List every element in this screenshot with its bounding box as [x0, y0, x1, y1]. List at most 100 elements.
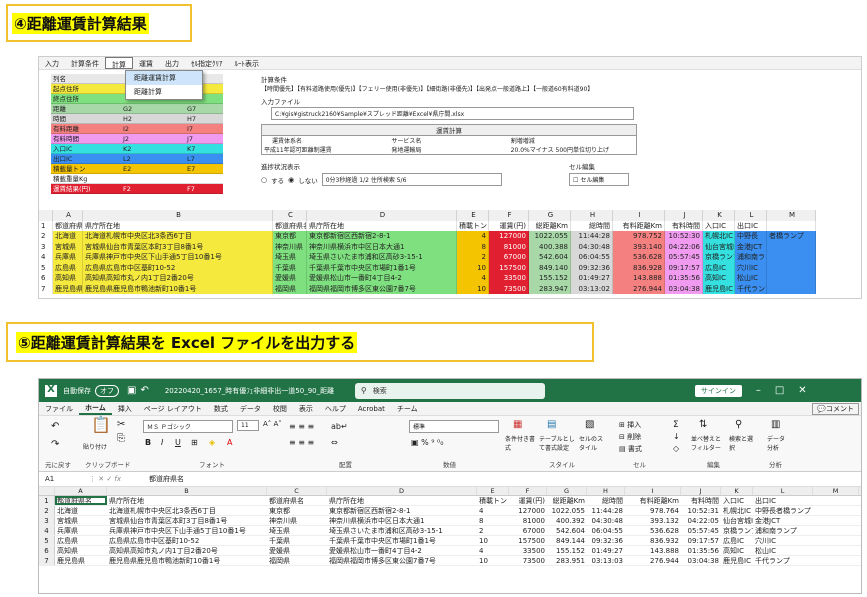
cell[interactable]: 鹿児島県	[53, 283, 83, 294]
cell[interactable]: 鹿児島県鹿児島市鴨池新町10番1号	[83, 283, 273, 294]
cell[interactable]	[813, 526, 859, 535]
cell[interactable]: 1022.055	[529, 231, 571, 242]
cell[interactable]: 高知県	[55, 546, 107, 555]
cell[interactable]: 283.951	[547, 556, 587, 565]
cell[interactable]: B	[83, 210, 273, 221]
legend-row[interactable]: 積載量トン E2 E7	[51, 164, 223, 174]
cell[interactable]: 千葉県	[267, 536, 327, 545]
cell[interactable]: 03:13:03	[587, 556, 625, 565]
cell[interactable]: 33500	[489, 273, 529, 284]
cell[interactable]: 高知IC	[703, 273, 735, 284]
cell[interactable]: 155.152	[529, 273, 571, 284]
cell[interactable]: 福岡県	[267, 556, 327, 565]
cell[interactable]: 4	[457, 231, 489, 242]
cell[interactable]: 06:04:55	[571, 252, 613, 263]
legend-row[interactable]: 有料距離 I2 I7	[51, 124, 223, 134]
paste-icon[interactable]: 📋	[91, 417, 111, 433]
cell[interactable]: 836.932	[625, 536, 681, 545]
cell[interactable]: 松山IC	[735, 273, 767, 284]
cell[interactable]: 67000	[509, 526, 547, 535]
cell[interactable]: 神奈川県横浜市中区日本大通1	[327, 516, 477, 525]
font-grow-icon[interactable]: A˄ A˅	[263, 420, 282, 428]
cell[interactable]: 143.888	[613, 273, 665, 284]
cell[interactable]: 05:57:45	[665, 252, 703, 263]
cell[interactable]: D	[307, 210, 457, 221]
cell[interactable]: 神奈川県横浜市中区日本大通1	[307, 241, 457, 252]
cell[interactable]: 積載トン	[477, 496, 509, 505]
data-analysis-icon[interactable]: ▥	[771, 420, 780, 430]
cell[interactable]: 県庁所在地	[107, 496, 267, 505]
cell[interactable]: C	[273, 210, 307, 221]
fx-icon[interactable]: ⋮ ✕ ✓ fx	[89, 475, 149, 483]
cell[interactable]: 福岡県	[273, 283, 307, 294]
cell[interactable]: 都道府県名	[273, 220, 307, 231]
cell[interactable]: 01:35:56	[681, 546, 721, 555]
cell[interactable]: I	[613, 210, 665, 221]
cell[interactable]: 10	[457, 262, 489, 273]
cell[interactable]: 神奈川県	[267, 516, 327, 525]
cell[interactable]: 81000	[509, 516, 547, 525]
cell[interactable]: 67000	[489, 252, 529, 263]
dropdown-distance-fare-calc[interactable]: 距離運賃計算	[126, 71, 202, 85]
fare-value-row[interactable]: 平成11年認可距離制運賃 発地運輸局 20.0%マイナス 500円単位切り上げ	[262, 145, 636, 154]
cell[interactable]: 千葉県千葉市中央区市場町1番1号	[307, 262, 457, 273]
cell[interactable]	[813, 496, 859, 505]
cell[interactable]: 広島県	[55, 536, 107, 545]
cell[interactable]: 鹿児島IC	[703, 283, 735, 294]
cell[interactable]: 宮城県仙台市青葉区本町3丁目8番1号	[83, 241, 273, 252]
cell[interactable]: 県庁所在地	[307, 220, 457, 231]
tab-file[interactable]: ファイル	[39, 404, 79, 414]
cell[interactable]: 127000	[489, 231, 529, 242]
cell[interactable]	[813, 546, 859, 555]
cell[interactable]: 8	[457, 241, 489, 252]
number-format-select[interactable]: 標準	[409, 420, 499, 433]
cell[interactable]: 総距離Km	[547, 496, 587, 505]
autosum-icon[interactable]: Σ	[673, 420, 679, 430]
cell[interactable]: 73500	[489, 283, 529, 294]
cell[interactable]: 運賃(円)	[489, 220, 529, 231]
menu-input[interactable]: 入力	[39, 57, 65, 69]
column-header[interactable]: B	[107, 487, 267, 495]
maximize-icon[interactable]: □	[775, 385, 784, 396]
bold-icon[interactable]: B	[145, 438, 151, 447]
cell[interactable]: 276.944	[625, 556, 681, 565]
insert-cells[interactable]: ⊞ 挿入	[619, 420, 641, 430]
cell[interactable]: F	[489, 210, 529, 221]
cell[interactable]: 兵庫県	[53, 252, 83, 263]
cell[interactable]	[767, 252, 816, 263]
cell[interactable]: 836.928	[613, 262, 665, 273]
cell[interactable]: 兵庫県	[55, 526, 107, 535]
fill-icon[interactable]: ↓	[673, 432, 680, 441]
cell[interactable]: 都道府県名	[55, 496, 107, 505]
cell[interactable]: 8	[477, 516, 509, 525]
cell[interactable]: 鹿児島県	[55, 556, 107, 565]
cell[interactable]: 仙台宮城IC	[721, 516, 753, 525]
legend-row[interactable]: 運賃結果(円) F2 F7	[51, 184, 223, 194]
cell[interactable]: K	[703, 210, 735, 221]
cell[interactable]: 積載トン	[457, 220, 489, 231]
cell[interactable]: 157500	[509, 536, 547, 545]
autosave-toggle[interactable]: オフ	[95, 384, 119, 397]
delete-cells[interactable]: ⊟ 削除	[619, 432, 641, 442]
undo-icon[interactable]: ↶	[140, 385, 148, 396]
cell[interactable]: 広島県広島市中区基町10-52	[107, 536, 267, 545]
cell[interactable]: 中野長者橋ランプ	[753, 506, 813, 515]
formula-input[interactable]: 都道府県名	[149, 474, 184, 484]
cell[interactable]: 276.944	[613, 283, 665, 294]
cell[interactable]: E	[457, 210, 489, 221]
cell[interactable]: J	[665, 210, 703, 221]
column-header[interactable]	[39, 487, 55, 495]
tab-page-layout[interactable]: ページ レイアウト	[138, 404, 208, 414]
cell[interactable]: 北海道	[55, 506, 107, 515]
underline-icon[interactable]: U	[175, 438, 181, 447]
cell[interactable]: 09:32:36	[571, 262, 613, 273]
cell[interactable]: 金港JCT	[735, 241, 767, 252]
cell[interactable]: 09:17:57	[665, 262, 703, 273]
cell[interactable]: 福岡県福岡市博多区東公園7番7号	[327, 556, 477, 565]
cell[interactable]: 北海道札幌市中央区北3条西6丁目	[107, 506, 267, 515]
cell[interactable]: 849.140	[529, 262, 571, 273]
cell[interactable]: 鹿児島県鹿児島市鴨池新町10番1号	[107, 556, 267, 565]
cell[interactable]: 埼玉県さいたま市浦和区高砂3-15-1	[307, 252, 457, 263]
cell[interactable]: 542.604	[529, 252, 571, 263]
find-icon[interactable]: ⚲	[735, 420, 742, 430]
